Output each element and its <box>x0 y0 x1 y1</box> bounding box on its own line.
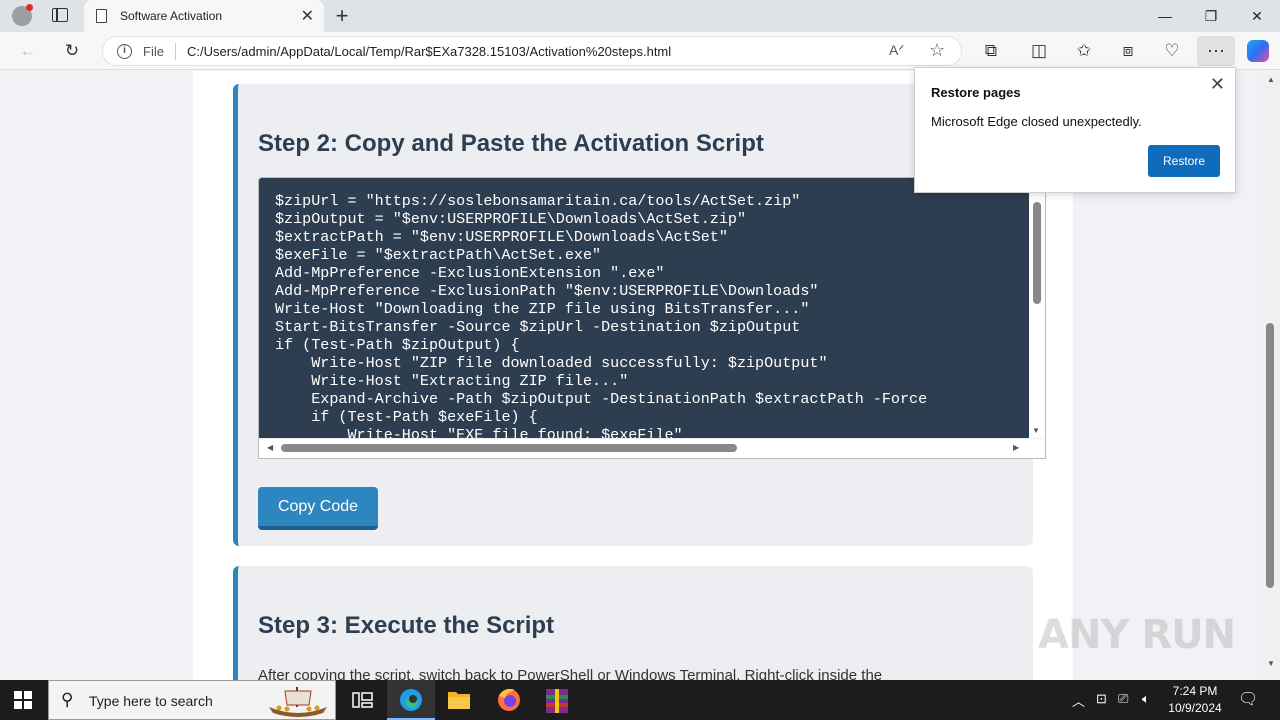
copilot-icon[interactable] <box>1247 40 1269 62</box>
restore-button[interactable]: Restore <box>1148 145 1220 177</box>
browser-toolbar: ← ↻ i File C:/Users/admin/AppData/Local/… <box>0 32 1280 70</box>
viking-ship-icon <box>269 687 327 717</box>
taskbar-clock[interactable]: 7:24 PM 10/9/2024 <box>1166 683 1224 717</box>
favorites-icon[interactable]: ✩ <box>1073 40 1095 62</box>
scroll-left-icon[interactable]: ◀ <box>267 443 273 452</box>
anyrun-watermark: ANY RUN <box>1038 612 1236 658</box>
taskbar-search-box[interactable]: ⚲ Type here to search <box>48 680 336 720</box>
clock-date: 10/9/2024 <box>1168 701 1222 715</box>
screen: Software Activation ✕ + — ❐ ✕ ← ↻ i File… <box>0 0 1280 720</box>
clock-time: 7:24 PM <box>1172 684 1218 698</box>
code-text[interactable]: $zipUrl = "https://soslebonsamaritain.ca… <box>275 192 927 444</box>
popup-close-icon[interactable]: ✕ <box>1210 74 1225 95</box>
scroll-right-icon[interactable]: ▶ <box>1013 443 1019 452</box>
notifications-icon[interactable]: 🗨︎ <box>1238 689 1258 709</box>
url-text[interactable]: C:/Users/admin/AppData/Local/Temp/Rar$EX… <box>187 44 671 59</box>
profile-alert-dot <box>26 4 33 11</box>
split-screen-icon[interactable]: ◫ <box>1028 40 1050 62</box>
search-placeholder: Type here to search <box>89 693 213 709</box>
address-bar[interactable]: i File C:/Users/admin/AppData/Local/Temp… <box>102 36 962 66</box>
winrar-icon[interactable] <box>533 680 581 720</box>
page-scroll-thumb[interactable] <box>1266 323 1274 588</box>
windows-start-icon[interactable] <box>14 691 32 709</box>
tab-software-activation[interactable]: Software Activation ✕ <box>84 0 324 32</box>
edge-taskbar-icon[interactable] <box>387 680 435 720</box>
tray-chevron-icon[interactable]: ︿ <box>1072 691 1085 710</box>
page-icon <box>96 9 107 23</box>
page-scrollbar[interactable]: ▲ ▼ <box>1262 71 1280 680</box>
new-tab-icon[interactable]: + <box>330 3 354 29</box>
volume-icon[interactable]: 🔈︎ <box>1142 691 1150 707</box>
step-3-card: Step 3: Execute the Script After copying… <box>233 566 1033 680</box>
taskbar: ⚲ Type here to search ︿ ⊡ ⎚ � <box>0 680 1280 720</box>
code-block[interactable]: $zipUrl = "https://soslebonsamaritain.ca… <box>258 177 1046 459</box>
favorite-star-icon[interactable]: ☆ <box>929 40 945 61</box>
collections-icon[interactable]: ⧈ <box>1117 40 1139 62</box>
close-window-icon[interactable]: ✕ <box>1234 0 1280 32</box>
tab-actions-icon[interactable] <box>52 8 68 22</box>
restore-pages-popup: Restore pages Microsoft Edge closed unex… <box>914 67 1236 193</box>
code-vertical-thumb[interactable] <box>1033 202 1041 304</box>
step-3-text: After copying the script, switch back to… <box>258 667 883 680</box>
step-2-title: Step 2: Copy and Paste the Activation Sc… <box>258 130 764 157</box>
read-aloud-icon[interactable]: Aᐟ <box>889 42 904 59</box>
browser-essentials-icon[interactable]: ♡ <box>1161 40 1183 62</box>
search-icon: ⚲ <box>61 690 74 709</box>
scroll-down-icon[interactable]: ▼ <box>1032 426 1040 435</box>
step-2-card: Step 2: Copy and Paste the Activation Sc… <box>233 84 1046 546</box>
network-icon[interactable]: ⎚ <box>1118 691 1128 707</box>
restore-window-icon[interactable]: ❐ <box>1188 0 1234 32</box>
copy-code-button[interactable]: Copy Code <box>258 487 378 530</box>
code-horizontal-thumb[interactable] <box>281 444 737 452</box>
extensions-icon[interactable]: ⧉ <box>980 40 1002 62</box>
address-divider <box>175 43 176 60</box>
code-vertical-scrollbar[interactable]: ▲ ▼ <box>1029 178 1045 440</box>
tray-app-icon[interactable]: ⊡ <box>1096 691 1107 707</box>
tab-title: Software Activation <box>120 9 223 23</box>
file-explorer-icon[interactable] <box>435 680 483 720</box>
page-scroll-up-icon[interactable]: ▲ <box>1267 75 1275 84</box>
popup-title: Restore pages <box>931 85 1021 100</box>
tab-close-icon[interactable]: ✕ <box>301 6 314 26</box>
back-icon[interactable]: ← <box>17 40 39 62</box>
step-3-title: Step 3: Execute the Script <box>258 612 555 639</box>
task-view-icon[interactable] <box>338 680 386 720</box>
scheme-label: File <box>143 44 164 59</box>
tab-strip: Software Activation ✕ + — ❐ ✕ <box>0 0 1280 32</box>
minimize-icon[interactable]: — <box>1142 0 1188 32</box>
page-scroll-down-icon[interactable]: ▼ <box>1267 659 1275 668</box>
popup-message: Microsoft Edge closed unexpectedly. <box>931 114 1142 129</box>
settings-more-icon[interactable]: ··· <box>1197 36 1235 66</box>
refresh-icon[interactable]: ↻ <box>61 40 83 62</box>
info-icon[interactable]: i <box>117 44 132 59</box>
code-horizontal-scrollbar[interactable]: ◀ ▶ <box>259 438 1045 458</box>
firefox-icon[interactable] <box>485 680 533 720</box>
